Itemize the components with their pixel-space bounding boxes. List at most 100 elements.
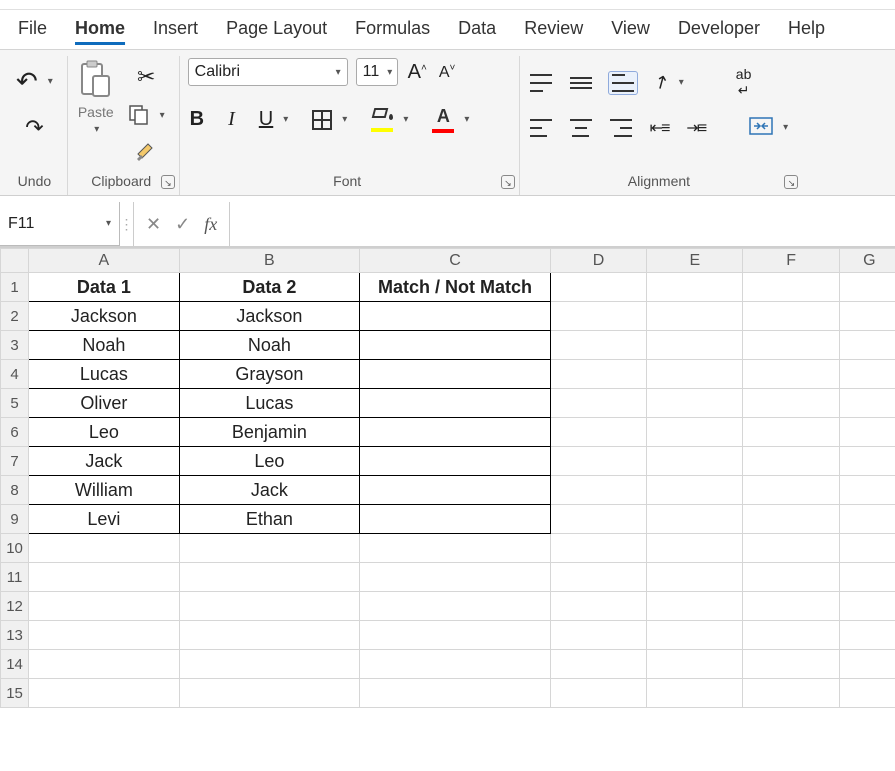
cell[interactable]: Jack xyxy=(29,447,180,476)
cell[interactable] xyxy=(360,563,551,592)
font-launcher[interactable]: ↘ xyxy=(501,175,515,189)
worksheet[interactable]: A B C D E F G 1Data 1Data 2Match / Not M… xyxy=(0,248,895,708)
cell[interactable] xyxy=(29,650,180,679)
cell[interactable] xyxy=(29,679,180,708)
cell[interactable] xyxy=(647,331,743,360)
fill-color-button[interactable]: ▾ xyxy=(369,106,410,134)
cell[interactable]: Grayson xyxy=(179,360,360,389)
row-header[interactable]: 15 xyxy=(1,679,29,708)
italic-button[interactable]: I xyxy=(226,106,237,133)
cell[interactable]: Jackson xyxy=(179,302,360,331)
cell[interactable] xyxy=(839,679,895,708)
cell[interactable] xyxy=(550,505,646,534)
cell[interactable] xyxy=(360,592,551,621)
cell[interactable] xyxy=(179,650,360,679)
enter-formula-button[interactable]: ✓ xyxy=(173,212,192,237)
col-header-A[interactable]: A xyxy=(29,249,180,273)
tab-help[interactable]: Help xyxy=(788,18,825,39)
cell[interactable] xyxy=(647,418,743,447)
cell[interactable] xyxy=(743,331,839,360)
tab-review[interactable]: Review xyxy=(524,18,583,39)
cell[interactable]: Lucas xyxy=(29,360,180,389)
cell[interactable] xyxy=(743,447,839,476)
cell[interactable] xyxy=(550,621,646,650)
cell[interactable] xyxy=(550,650,646,679)
cell[interactable] xyxy=(839,418,895,447)
cancel-formula-button[interactable]: ✕ xyxy=(144,212,163,237)
cell[interactable]: Oliver xyxy=(29,389,180,418)
borders-button[interactable]: ▾ xyxy=(310,108,349,132)
decrease-indent-button[interactable]: ⇤≡ xyxy=(648,116,671,140)
tab-insert[interactable]: Insert xyxy=(153,18,198,39)
row-header[interactable]: 6 xyxy=(1,418,29,447)
cell[interactable]: Jackson xyxy=(29,302,180,331)
cell[interactable] xyxy=(360,302,551,331)
align-top-button[interactable] xyxy=(528,72,554,94)
cell[interactable] xyxy=(743,650,839,679)
cell[interactable] xyxy=(743,302,839,331)
cell[interactable] xyxy=(550,679,646,708)
name-box[interactable]: F11 ▾ xyxy=(0,202,120,246)
row-header[interactable]: 1 xyxy=(1,273,29,302)
cell[interactable]: Ethan xyxy=(179,505,360,534)
cell[interactable] xyxy=(550,592,646,621)
cell[interactable] xyxy=(179,563,360,592)
cell[interactable] xyxy=(647,273,743,302)
cell[interactable] xyxy=(647,505,743,534)
cell[interactable] xyxy=(360,476,551,505)
col-header-C[interactable]: C xyxy=(360,249,551,273)
font-size-select[interactable]: 11 ▾ xyxy=(356,58,398,86)
cell[interactable] xyxy=(550,331,646,360)
merge-center-button[interactable]: ▾ xyxy=(747,115,790,140)
undo-button[interactable]: ↶ ▾ xyxy=(14,64,55,99)
cell[interactable] xyxy=(550,563,646,592)
row-header[interactable]: 11 xyxy=(1,563,29,592)
align-left-button[interactable] xyxy=(528,117,554,139)
align-bottom-button[interactable] xyxy=(608,71,638,95)
cell[interactable] xyxy=(550,302,646,331)
cell[interactable] xyxy=(743,563,839,592)
cell[interactable] xyxy=(29,534,180,563)
cell[interactable] xyxy=(839,592,895,621)
row-header[interactable]: 8 xyxy=(1,476,29,505)
cell[interactable] xyxy=(839,621,895,650)
tab-data[interactable]: Data xyxy=(458,18,496,39)
cell[interactable] xyxy=(743,592,839,621)
align-right-button[interactable] xyxy=(608,117,634,139)
row-header[interactable]: 12 xyxy=(1,592,29,621)
row-header[interactable]: 10 xyxy=(1,534,29,563)
cell[interactable] xyxy=(839,476,895,505)
cell[interactable] xyxy=(647,621,743,650)
align-center-button[interactable] xyxy=(568,117,594,139)
cell[interactable] xyxy=(179,679,360,708)
cell[interactable] xyxy=(29,592,180,621)
cell[interactable] xyxy=(550,273,646,302)
tab-file[interactable]: File xyxy=(18,18,47,39)
row-header[interactable]: 7 xyxy=(1,447,29,476)
decrease-font-button[interactable]: A˅ xyxy=(437,60,458,83)
cell[interactable] xyxy=(743,621,839,650)
cell[interactable] xyxy=(839,389,895,418)
formula-resize-handle[interactable]: ⋮ xyxy=(120,202,134,246)
cell[interactable] xyxy=(179,534,360,563)
tab-page-layout[interactable]: Page Layout xyxy=(226,18,327,39)
redo-button[interactable]: ↷ xyxy=(23,113,45,143)
cell[interactable]: Benjamin xyxy=(179,418,360,447)
cell[interactable]: Match / Not Match xyxy=(360,273,551,302)
font-name-select[interactable]: Calibri ▾ xyxy=(188,58,348,86)
row-header[interactable]: 13 xyxy=(1,621,29,650)
select-all-corner[interactable] xyxy=(1,249,29,273)
cell[interactable]: Leo xyxy=(179,447,360,476)
cell[interactable] xyxy=(743,389,839,418)
wrap-text-button[interactable]: ab ↵ xyxy=(734,64,754,101)
cell[interactable] xyxy=(550,476,646,505)
cell[interactable] xyxy=(743,273,839,302)
formula-input[interactable] xyxy=(230,202,895,246)
col-header-E[interactable]: E xyxy=(647,249,743,273)
cut-button[interactable]: ✂ xyxy=(135,62,157,92)
cell[interactable]: Lucas xyxy=(179,389,360,418)
tab-developer[interactable]: Developer xyxy=(678,18,760,39)
format-painter-button[interactable] xyxy=(132,138,160,167)
cell[interactable] xyxy=(550,447,646,476)
cell[interactable] xyxy=(647,447,743,476)
